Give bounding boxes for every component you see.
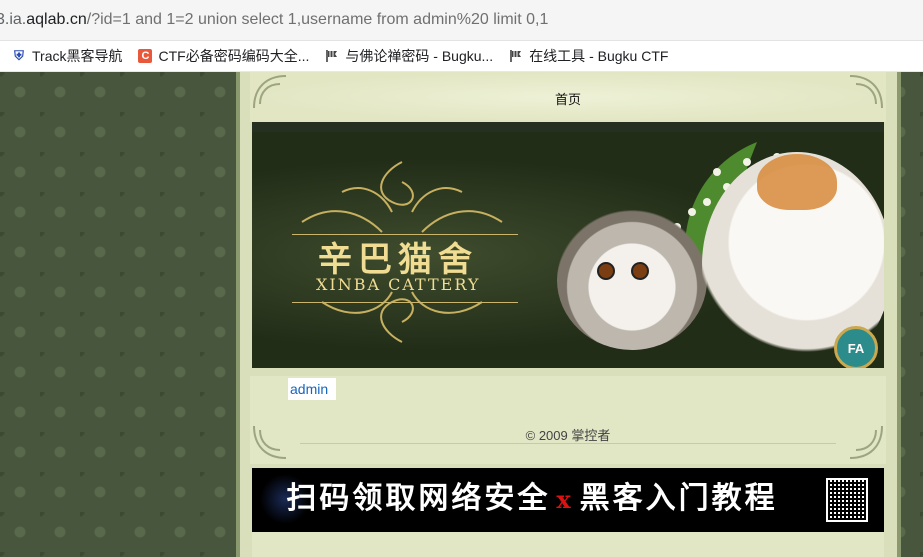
url-subdomain: 3.ia.	[0, 11, 27, 28]
ornament-icon	[849, 75, 883, 109]
copyright-text: © 2009 掌控者	[525, 428, 611, 443]
content-body	[250, 376, 886, 464]
bookmark-fo[interactable]: 与佛论禅密码 - Bugku...	[325, 46, 493, 66]
bookmark-label: 与佛论禅密码 - Bugku...	[345, 48, 494, 64]
address-bar[interactable]: 3.ia.aqlab.cn/?id=1 and 1=2 union select…	[0, 0, 923, 41]
bookmark-label: Track黑客导航	[32, 48, 123, 64]
cattery-banner: 辛巴猫舍 XINBA CATTERY FA	[252, 122, 884, 368]
kitten-left-eyes	[597, 262, 657, 282]
bookmarks-bar: ⛨ Track黑客导航 C CTF必备密码编码大全... 与佛论禅密码 - Bu…	[0, 41, 923, 72]
url-host: aqlab.cn	[26, 11, 87, 28]
flag-icon	[325, 49, 339, 63]
bookmark-ctf[interactable]: C CTF必备密码编码大全...	[138, 46, 309, 66]
shield-icon: ⛨	[14, 48, 24, 63]
ad-text-right: 黑客入门教程	[579, 481, 778, 516]
flag-icon	[509, 49, 523, 63]
bookmark-track[interactable]: ⛨ Track黑客导航	[12, 46, 122, 66]
banner-subtitle: XINBA CATTERY	[316, 275, 481, 294]
ad-banner[interactable]: 扫码领取网络安全 x 黑客入门教程	[252, 468, 884, 532]
ornament-icon	[253, 75, 287, 109]
ad-text-left: 扫码领取网络安全	[286, 481, 551, 516]
c-logo-icon: C	[138, 49, 153, 63]
bookmark-label: CTF必备密码编码大全...	[158, 48, 310, 64]
query-result[interactable]: admin	[288, 378, 336, 400]
banner-title: 辛巴猫舍	[318, 240, 478, 280]
bookmark-label: 在线工具 - Bugku CTF	[529, 48, 669, 64]
ad-separator: x	[556, 485, 574, 514]
bookmark-tools[interactable]: 在线工具 - Bugku CTF	[509, 46, 668, 66]
page-bottom	[252, 532, 884, 557]
association-seal-icon: FA	[834, 326, 878, 368]
footer-divider	[300, 443, 836, 444]
kitten-right-patch	[757, 154, 837, 210]
url-path: /?id=1 and 1=2 union select 1,username f…	[86, 11, 549, 28]
qr-code-icon	[826, 478, 868, 522]
ad-text: 扫码领取网络安全 x 黑客入门教程	[252, 468, 812, 532]
nav-home-link[interactable]: 首页	[555, 89, 581, 108]
